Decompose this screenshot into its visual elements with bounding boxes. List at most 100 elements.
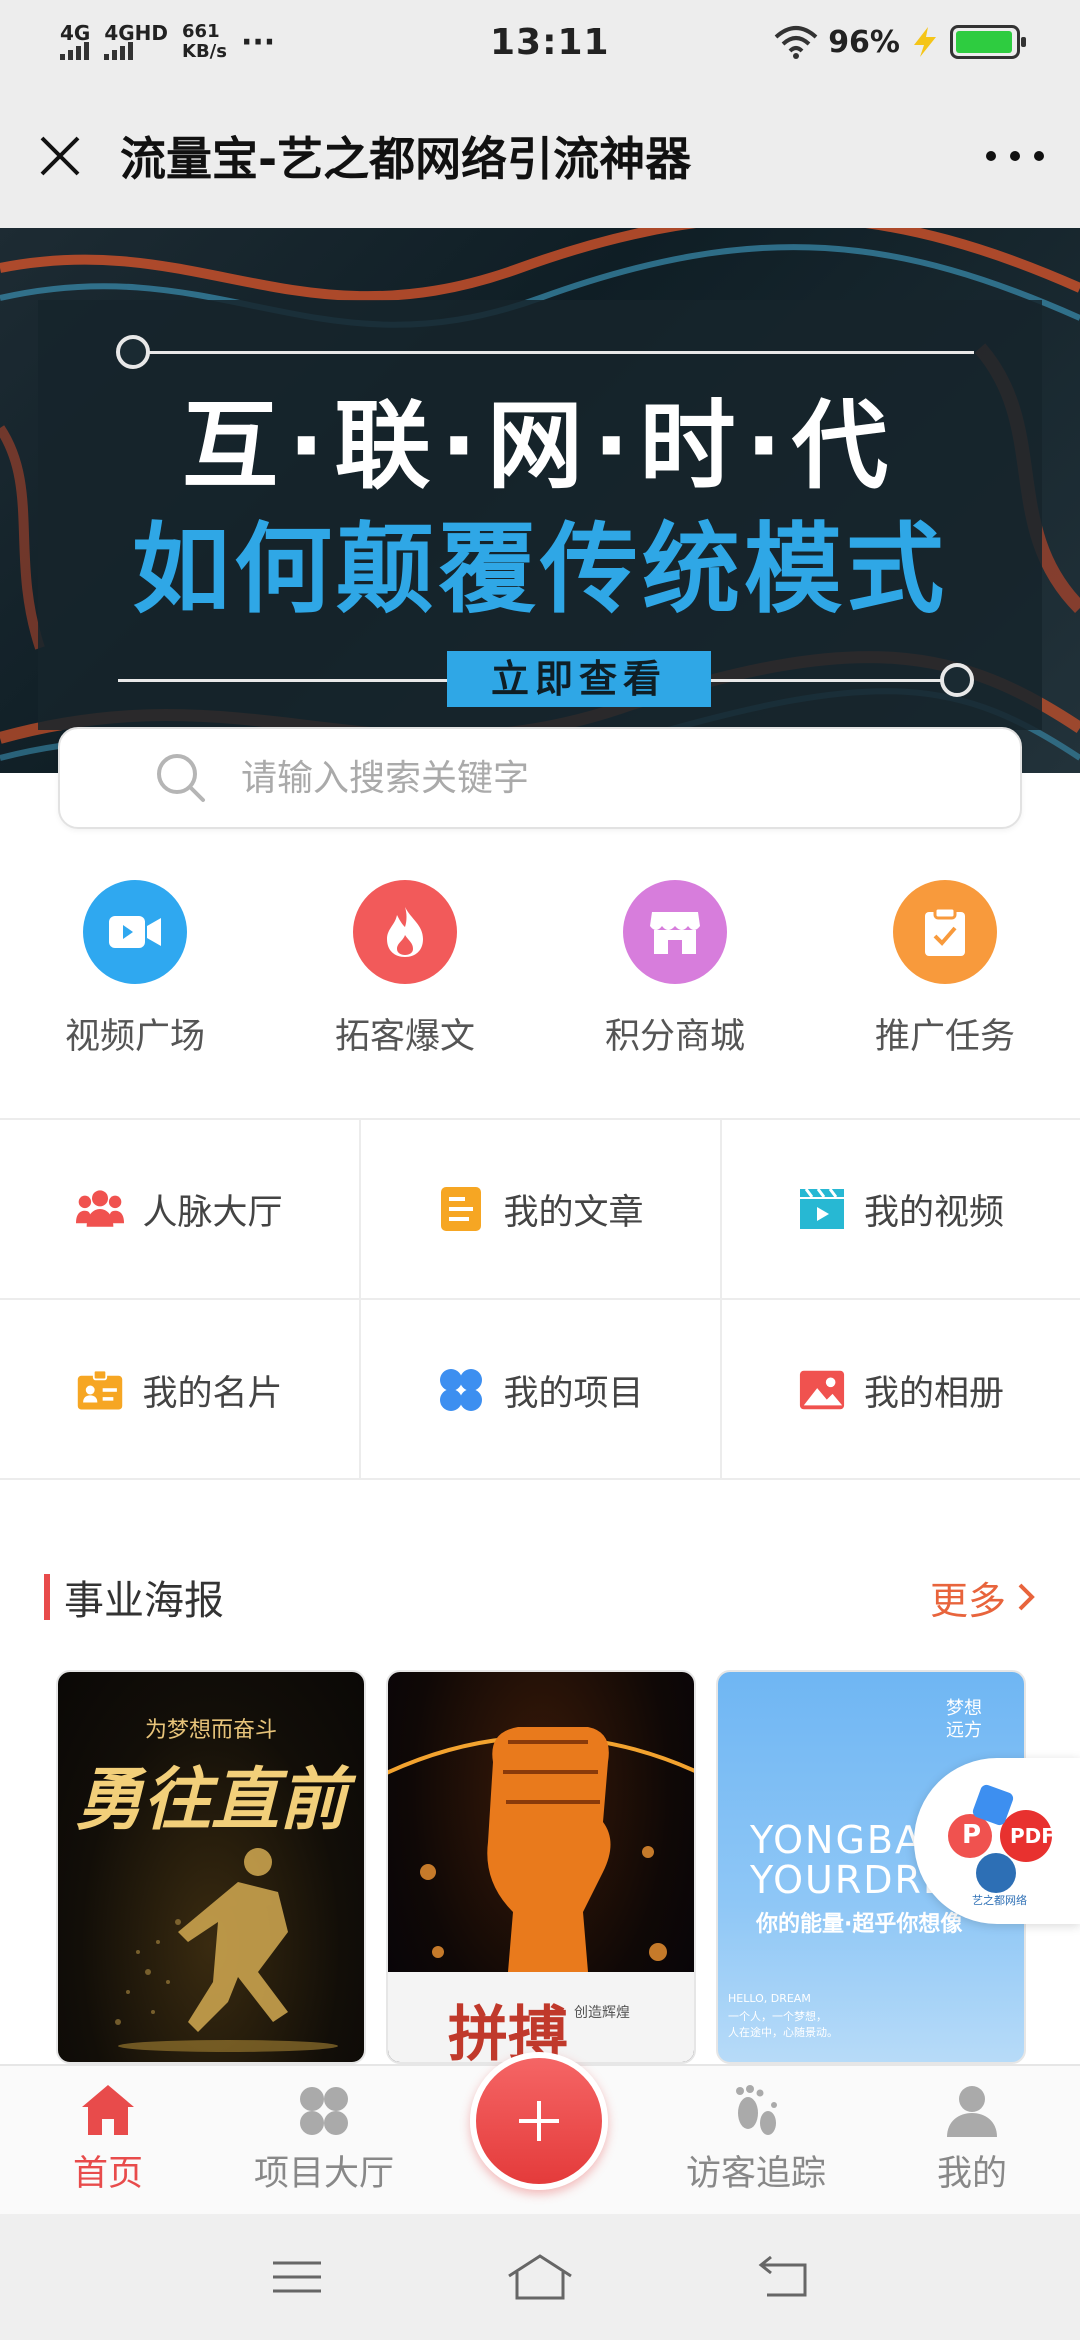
quick-promo-tasks[interactable]: 推广任务 (810, 880, 1080, 1110)
grid-my-card[interactable]: 我的名片 (0, 1300, 361, 1480)
grid-label: 我的视频 (863, 1192, 1004, 1233)
store-icon (623, 880, 727, 984)
quick-points-mall[interactable]: 积分商城 (540, 880, 810, 1110)
tab-mine[interactable]: 我的 (864, 2066, 1080, 2214)
grid-my-album[interactable]: 我的相册 (722, 1300, 1080, 1480)
footprint-icon (736, 2085, 777, 2135)
banner-bottom-line-left (118, 679, 447, 682)
grid-my-projects[interactable]: 我的项目 (361, 1300, 722, 1480)
more-label: 更多 (929, 1578, 1006, 1623)
close-icon (40, 136, 80, 176)
signal-bars-icon (104, 42, 168, 60)
chevron-right-icon (1018, 1583, 1035, 1611)
article-icon (441, 1187, 482, 1231)
quick-label: 拓客爆文 (334, 1017, 475, 1057)
back-icon[interactable] (757, 2255, 809, 2299)
grid-label: 我的相册 (863, 1373, 1004, 1414)
floating-document-button[interactable]: P PDF 艺之都网络 (914, 1758, 1080, 1924)
page-title: 流量宝-艺之都网络引流神器 (120, 132, 692, 186)
banner-dot-right (940, 663, 974, 697)
grid-contacts-hall[interactable]: 人脉大厅 (0, 1120, 361, 1300)
poster-note: 人在途中，心随景动。 (728, 2026, 838, 2039)
poster-en-line1: YONGBA (750, 1818, 923, 1862)
more-icon (986, 151, 1044, 161)
poster-note: 一个人，一个梦想， (728, 2010, 827, 2023)
quick-label: 视频广场 (64, 1017, 205, 1057)
clover-icon (300, 2087, 348, 2135)
video-icon (83, 880, 187, 984)
signal-group: 4G 4GHD 661 KB/s ··· (60, 22, 275, 62)
poster-section-header: 事业海报 更多 (0, 1560, 1080, 1634)
menu-icon[interactable] (271, 2259, 323, 2295)
tab-label: 我的 (936, 2154, 1007, 2194)
banner-dot-left (116, 335, 150, 369)
plus-icon (519, 2101, 559, 2141)
more-posters-link[interactable]: 更多 (930, 1570, 1036, 1625)
search-bar[interactable] (58, 727, 1022, 829)
grid-label: 人脉大厅 (142, 1192, 283, 1233)
poster-card[interactable]: 拼搏 创造辉煌 (386, 1670, 696, 2064)
quick-hot-articles[interactable]: 拓客爆文 (270, 880, 540, 1110)
grid-my-articles[interactable]: 我的文章 (361, 1120, 722, 1300)
tab-label: 访客追踪 (685, 2154, 826, 2194)
tab-label: 首页 (72, 2154, 143, 2194)
more-notifications: ··· (240, 24, 276, 60)
section-title: 事业海报 (0, 1568, 224, 1626)
network-type-2: 4GHD (104, 21, 169, 45)
poster-card[interactable]: 为梦想而奋斗 勇往直前 (56, 1670, 366, 2064)
banner-view-button[interactable]: 立即查看 (447, 651, 711, 707)
grid-my-videos[interactable]: 我的视频 (722, 1120, 1080, 1300)
task-icon (893, 880, 997, 984)
grid-label: 我的项目 (503, 1373, 644, 1414)
signal-2: 4GHD (104, 21, 169, 60)
system-navigation-bar (0, 2214, 1080, 2340)
banner-subheadline: 如何颠覆传统模式 (131, 513, 948, 627)
signal-1: 4G (60, 21, 91, 60)
status-right: 96% (774, 24, 1026, 60)
net-speed-unit: KB/s (182, 41, 227, 62)
poster-tag: 创造辉煌 (574, 2005, 630, 2021)
tab-home[interactable]: 首页 (0, 2066, 216, 2214)
add-button[interactable] (470, 2052, 608, 2190)
grid-label: 我的名片 (142, 1373, 283, 1414)
card-icon (78, 1369, 123, 1410)
quick-label: 推广任务 (874, 1017, 1015, 1057)
banner-top-line (148, 351, 974, 354)
search-input[interactable] (241, 757, 841, 799)
home-system-icon[interactable] (505, 2252, 575, 2302)
photo-icon (799, 1370, 845, 1410)
clover-icon (440, 1369, 483, 1411)
promo-banner[interactable]: 互·联·网·时·代 如何颠覆传统模式 立即查看 (0, 228, 1080, 773)
quick-links: 视频广场 拓客爆文 积分商城 推广任务 (0, 880, 1080, 1110)
title-bar: 流量宝-艺之都网络引流神器 (0, 84, 1080, 228)
tab-visitor-tracking[interactable]: 访客追踪 (648, 2066, 864, 2214)
pdf-label: PDF (1010, 1824, 1055, 1848)
clock: 13:11 (490, 21, 610, 63)
user-icon (947, 2086, 997, 2137)
poster-list: 为梦想而奋斗 勇往直前 拼搏 创造辉煌 梦想远方 YONGBA YOURDRE … (56, 1670, 1056, 2064)
tab-project-hall[interactable]: 项目大厅 (216, 2066, 432, 2214)
poster-note: HELLO, DREAM (728, 1992, 811, 2005)
tab-label: 项目大厅 (253, 2154, 394, 2194)
battery-percent: 96% (828, 24, 900, 60)
status-bar: 4G 4GHD 661 KB/s ··· 13:11 96% (0, 0, 1080, 84)
clapper-icon (799, 1188, 844, 1229)
brand-label: 艺之都网络 (972, 1894, 1027, 1907)
net-speed-value: 661 (182, 21, 220, 42)
charging-icon (914, 27, 936, 57)
more-button[interactable] (950, 84, 1080, 228)
battery-icon (950, 25, 1026, 59)
p-label: P (962, 1820, 982, 1850)
signal-bars-icon (60, 42, 90, 60)
fire-icon (353, 880, 457, 984)
poster-corner: 梦想远方 (946, 1698, 982, 1741)
network-type-1: 4G (60, 21, 91, 45)
quick-label: 积分商城 (604, 1017, 745, 1057)
runner-illustration (115, 1848, 338, 2052)
banner-bottom-line-right (711, 679, 941, 682)
home-icon (82, 2085, 134, 2135)
close-button[interactable] (0, 84, 120, 228)
people-icon (76, 1190, 125, 1227)
banner-headline: 互·联·网·时·代 (182, 390, 898, 502)
quick-video-plaza[interactable]: 视频广场 (0, 880, 270, 1110)
